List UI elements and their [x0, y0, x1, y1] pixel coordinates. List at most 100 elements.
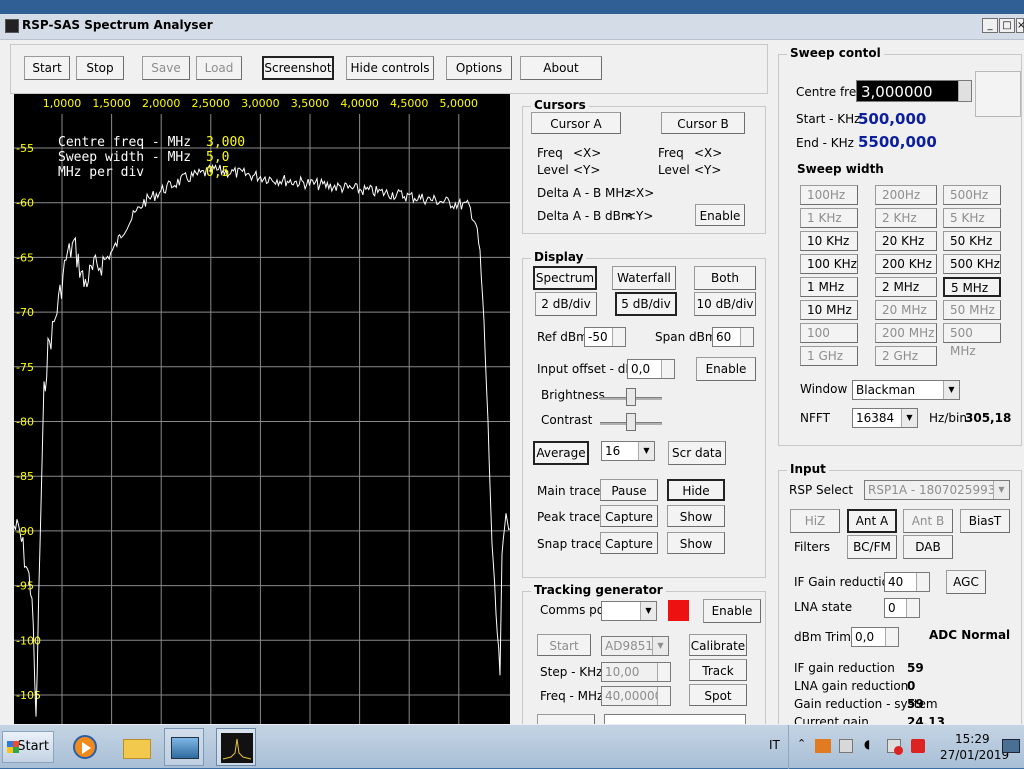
- cursors-enable-button[interactable]: Enable: [695, 204, 745, 226]
- track-button[interactable]: Track: [689, 659, 747, 681]
- span-dbm-spinner[interactable]: [740, 328, 753, 346]
- if-gain-reduction-input[interactable]: 40: [884, 572, 930, 592]
- peak-trace-show-button[interactable]: Show: [667, 505, 725, 527]
- sweep-width-20mhz-button[interactable]: 20 MHz: [875, 300, 937, 320]
- input-offset-enable-button[interactable]: Enable: [696, 357, 756, 381]
- spectrum-mode-button[interactable]: Spectrum: [533, 266, 597, 290]
- save-button[interactable]: Save: [142, 56, 190, 80]
- window-select[interactable]: Blackman ▼: [852, 380, 960, 400]
- sweep-width-500khz-button[interactable]: 500 KHz: [943, 254, 1001, 274]
- sweep-width-10khz-button[interactable]: 10 KHz: [800, 231, 858, 251]
- load-button[interactable]: Load: [196, 56, 242, 80]
- main-trace-hide-button[interactable]: Hide: [667, 479, 725, 501]
- chevron-down-icon[interactable]: ▼: [993, 481, 1009, 499]
- contrast-slider-thumb[interactable]: [626, 413, 636, 431]
- cursor-b-button[interactable]: Cursor B: [661, 112, 745, 134]
- lna-state-input[interactable]: 0: [884, 598, 920, 618]
- options-button[interactable]: Options: [446, 56, 512, 80]
- lna-state-spinner[interactable]: [906, 599, 919, 617]
- tracking-start-button[interactable]: Start: [537, 634, 591, 656]
- show-desktop-icon[interactable]: [1002, 739, 1020, 753]
- sweep-width-10mhz-button[interactable]: 10 MHz: [800, 300, 858, 320]
- sweep-width-200khz-button[interactable]: 200 KHz: [875, 254, 937, 274]
- file-explorer-icon[interactable]: [116, 728, 156, 766]
- step-khz-input[interactable]: 10,00: [601, 662, 671, 682]
- ant-a-button[interactable]: Ant A: [847, 509, 897, 533]
- spectrum-analyser-taskbar-icon[interactable]: [216, 728, 256, 766]
- sweep-width-2khz-button[interactable]: 2 KHz: [875, 208, 937, 228]
- average-select[interactable]: 16 ▼: [601, 441, 655, 461]
- input-offset-input[interactable]: 0,0: [627, 359, 675, 379]
- 2db-div-button[interactable]: 2 dB/div: [535, 292, 597, 316]
- freq-mhz-input[interactable]: 40,000000: [601, 686, 671, 706]
- dab-button[interactable]: DAB: [903, 535, 953, 559]
- close-button[interactable]: ×: [1016, 18, 1024, 33]
- tracking-extra-field[interactable]: [604, 714, 746, 724]
- average-button[interactable]: Average: [533, 441, 589, 465]
- sweep-width-1mhz-button[interactable]: 1 MHz: [800, 277, 858, 297]
- sweep-width-2mhz-button[interactable]: 2 MHz: [875, 277, 937, 297]
- hiz-button[interactable]: HiZ: [790, 509, 840, 533]
- ref-dbm-input[interactable]: -50: [584, 327, 626, 347]
- biast-button[interactable]: BiasT: [960, 509, 1010, 533]
- tracking-enable-button[interactable]: Enable: [703, 599, 761, 623]
- sweep-width-50khz-button[interactable]: 50 KHz: [943, 231, 1001, 251]
- centre-freq-spinner[interactable]: [958, 81, 971, 101]
- dbm-trim-spinner[interactable]: [885, 628, 898, 646]
- minimize-button[interactable]: _: [982, 18, 998, 33]
- sweep-width-100khz-button[interactable]: 100 KHz: [800, 254, 858, 274]
- clock-date[interactable]: 27/01/2019: [940, 748, 1009, 762]
- 10db-div-button[interactable]: 10 dB/div: [694, 292, 756, 316]
- sweep-width-50mhz-button[interactable]: 50 MHz: [943, 300, 1001, 320]
- centre-freq-input[interactable]: 3,000000: [856, 80, 972, 102]
- dbm-trim-input[interactable]: 0,0: [851, 627, 899, 647]
- sweep-width-200mhz-button[interactable]: 200 MHz: [875, 323, 937, 343]
- bcfm-button[interactable]: BC/FM: [847, 535, 897, 559]
- photo-viewer-icon[interactable]: [164, 728, 204, 766]
- snap-trace-capture-button[interactable]: Capture: [600, 532, 658, 554]
- step-khz-spinner[interactable]: [657, 663, 670, 681]
- language-indicator[interactable]: IT: [769, 738, 780, 752]
- security-tray-icon[interactable]: [887, 739, 903, 755]
- comms-port-select[interactable]: ▼: [601, 601, 657, 621]
- agc-button[interactable]: AGC: [946, 570, 986, 594]
- screenshot-button[interactable]: Screenshot: [262, 56, 334, 80]
- start-button-taskbar[interactable]: Start: [2, 731, 54, 763]
- update-tray-icon[interactable]: [911, 739, 925, 753]
- nfft-select[interactable]: 16384 ▼: [852, 408, 918, 428]
- span-dbm-input[interactable]: 60: [712, 327, 754, 347]
- scr-data-button[interactable]: Scr data: [668, 441, 726, 465]
- ref-dbm-spinner[interactable]: [612, 328, 625, 346]
- sweep-width-500hz-button[interactable]: 500Hz: [943, 185, 1001, 205]
- sweep-width-200hz-button[interactable]: 200Hz: [875, 185, 937, 205]
- main-trace-pause-button[interactable]: Pause: [600, 479, 658, 501]
- brightness-slider-thumb[interactable]: [626, 388, 636, 406]
- start-button[interactable]: Start: [24, 56, 70, 80]
- volume-icon[interactable]: ◖: [864, 737, 870, 751]
- maximize-button[interactable]: □: [999, 18, 1015, 33]
- cursor-a-button[interactable]: Cursor A: [531, 112, 621, 134]
- chevron-down-icon[interactable]: ▼: [943, 381, 959, 399]
- tracking-extra-button[interactable]: [537, 714, 595, 724]
- clock-time[interactable]: 15:29: [955, 732, 990, 746]
- chevron-down-icon[interactable]: ▼: [901, 409, 917, 427]
- sweep-width-5mhz-button[interactable]: 5 MHz: [943, 277, 1001, 297]
- peak-trace-capture-button[interactable]: Capture: [600, 505, 658, 527]
- waterfall-mode-button[interactable]: Waterfall: [612, 266, 676, 290]
- stop-button[interactable]: Stop: [76, 56, 124, 80]
- chevron-down-icon[interactable]: ▼: [638, 442, 654, 460]
- sweep-width-1khz-button[interactable]: 1 KHz: [800, 208, 858, 228]
- 5db-div-button[interactable]: 5 dB/div: [615, 292, 677, 316]
- spot-button[interactable]: Spot: [689, 684, 747, 706]
- sweep-width-100mhz-button[interactable]: 100 MHz: [800, 323, 858, 358]
- input-offset-spinner[interactable]: [661, 360, 674, 378]
- media-player-icon[interactable]: [64, 728, 104, 766]
- sweep-width-500mhz-button[interactable]: 500 MHz: [943, 323, 1001, 358]
- hide-controls-button[interactable]: Hide controls: [346, 56, 434, 80]
- sweep-width-20khz-button[interactable]: 20 KHz: [875, 231, 937, 251]
- about-button[interactable]: About: [520, 56, 602, 80]
- ant-b-button[interactable]: Ant B: [903, 509, 953, 533]
- snap-trace-show-button[interactable]: Show: [667, 532, 725, 554]
- chevron-down-icon[interactable]: ▼: [640, 602, 656, 620]
- rsp-select[interactable]: RSP1A - 1807025993 ▼: [864, 480, 1010, 500]
